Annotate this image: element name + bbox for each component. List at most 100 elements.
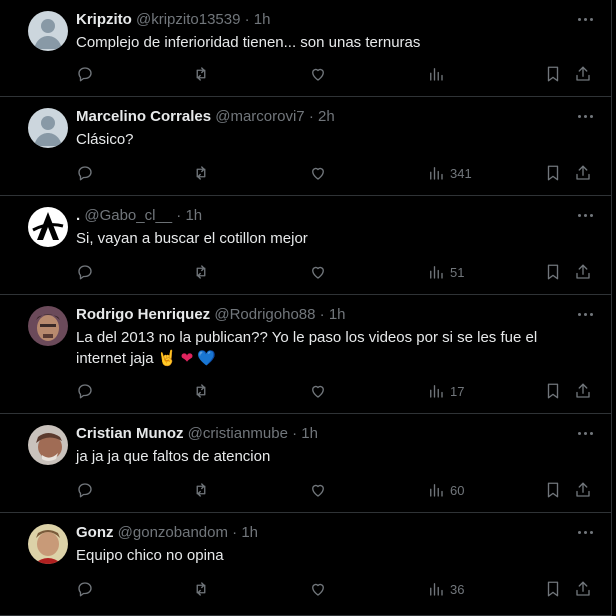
share-button[interactable] [574, 262, 592, 282]
display-name[interactable]: Cristian Munoz [76, 425, 184, 442]
reply-text: La del 2013 no la publican?? Yo le paso … [76, 327, 556, 369]
retweet-icon [196, 67, 206, 81]
reply-button[interactable] [76, 64, 94, 84]
bookmark-icon [547, 482, 559, 498]
bookmark-button[interactable] [544, 163, 562, 183]
reply-header: Marcelino Corrales @marcorovi7 · 2h [76, 108, 335, 126]
avatar[interactable] [28, 425, 68, 465]
views-button[interactable] [427, 64, 450, 84]
reply-header: Cristian Munoz @cristianmube · 1h [76, 425, 318, 443]
reply-text-body: La del 2013 no la publican?? Yo le paso … [76, 329, 538, 367]
user-handle[interactable]: @gonzobandom [118, 524, 228, 541]
reply-button[interactable] [76, 480, 94, 500]
retweet-icon [196, 384, 206, 398]
retweet-icon [196, 483, 206, 497]
action-bar: 51 [76, 262, 604, 282]
reply-item[interactable]: Kripzito @kripzito13539 · 1h Complejo de… [0, 0, 612, 97]
bookmark-button[interactable] [544, 262, 562, 282]
timestamp[interactable]: 1h [185, 207, 202, 224]
bookmark-button[interactable] [544, 381, 562, 401]
display-name[interactable]: Marcelino Corrales [76, 108, 211, 125]
like-button[interactable] [309, 480, 327, 500]
like-button[interactable] [309, 163, 327, 183]
more-icon[interactable] [575, 108, 595, 124]
action-bar: 36 [76, 579, 604, 599]
retweet-button[interactable] [192, 480, 210, 500]
avatar[interactable] [28, 108, 68, 148]
timestamp[interactable]: 1h [241, 524, 258, 541]
user-handle[interactable]: @Gabo_cl__ [84, 207, 172, 224]
timestamp[interactable]: 1h [329, 306, 346, 323]
share-icon [576, 581, 590, 596]
bookmark-button[interactable] [544, 579, 562, 599]
timestamp[interactable]: 1h [301, 425, 318, 442]
more-icon[interactable] [575, 425, 595, 441]
share-button[interactable] [574, 579, 592, 599]
like-icon [312, 583, 324, 596]
reply-item[interactable]: Cristian Munoz @cristianmube · 1h ja ja … [0, 414, 612, 513]
like-icon [312, 484, 324, 497]
user-handle[interactable]: @kripzito13539 [136, 11, 240, 28]
reply-button[interactable] [76, 579, 94, 599]
user-handle[interactable]: @marcorovi7 [215, 108, 304, 125]
retweet-button[interactable] [192, 579, 210, 599]
bookmark-button[interactable] [544, 64, 562, 84]
display-name[interactable]: Kripzito [76, 11, 132, 28]
user-handle[interactable]: @Rodrigoho88 [214, 306, 315, 323]
reply-icon [78, 166, 92, 181]
reply-item[interactable]: Marcelino Corrales @marcorovi7 · 2h Clás… [0, 97, 612, 196]
reply-button[interactable] [76, 163, 94, 183]
action-bar [76, 64, 604, 84]
display-name[interactable]: Rodrigo Henriquez [76, 306, 210, 323]
retweet-icon [196, 265, 206, 279]
like-button[interactable] [309, 262, 327, 282]
reply-text: Equipo chico no opina [76, 547, 224, 564]
views-button[interactable]: 36 [427, 579, 464, 599]
separator: · [292, 425, 298, 442]
avatar[interactable] [28, 11, 68, 51]
views-button[interactable]: 60 [427, 480, 464, 500]
more-icon[interactable] [575, 306, 595, 322]
share-button[interactable] [574, 381, 592, 401]
views-button[interactable]: 341 [427, 163, 472, 183]
avatar[interactable] [28, 207, 68, 247]
bookmark-button[interactable] [544, 480, 562, 500]
views-button[interactable]: 17 [427, 381, 464, 401]
user-handle[interactable]: @cristianmube [188, 425, 288, 442]
share-button[interactable] [574, 480, 592, 500]
more-icon[interactable] [575, 524, 595, 540]
timestamp[interactable]: 2h [318, 108, 335, 125]
reply-text: ja ja ja que faltos de atencion [76, 448, 271, 465]
view-count: 36 [450, 581, 465, 597]
reply-item[interactable]: Gonz @gonzobandom · 1h Equipo chico no o… [0, 513, 612, 616]
more-icon[interactable] [575, 11, 595, 27]
share-button[interactable] [574, 64, 592, 84]
avatar[interactable] [28, 306, 68, 346]
retweet-button[interactable] [192, 381, 210, 401]
like-button[interactable] [309, 64, 327, 84]
separator: · [244, 11, 250, 28]
like-button[interactable] [309, 381, 327, 401]
timestamp[interactable]: 1h [254, 11, 271, 28]
like-button[interactable] [309, 579, 327, 599]
display-name[interactable]: Gonz [76, 524, 114, 541]
avatar[interactable] [28, 524, 68, 564]
views-button[interactable]: 51 [427, 262, 464, 282]
retweet-button[interactable] [192, 64, 210, 84]
red-heart-emoji: ❤ [180, 349, 194, 367]
rock-hand-emoji: 🤘 [157, 349, 177, 367]
reply-item[interactable]: . @Gabo_cl__ · 1h Si, vayan a buscar el … [0, 196, 612, 295]
action-bar: 60 [76, 480, 604, 500]
display-name[interactable]: . [76, 207, 80, 224]
share-icon [576, 66, 590, 81]
retweet-button[interactable] [192, 262, 210, 282]
reply-button[interactable] [76, 381, 94, 401]
reply-button[interactable] [76, 262, 94, 282]
retweet-button[interactable] [192, 163, 210, 183]
reply-icon [78, 67, 92, 82]
bookmark-icon [547, 264, 559, 280]
views-icon [430, 385, 443, 398]
more-icon[interactable] [575, 207, 595, 223]
reply-item[interactable]: Rodrigo Henriquez @Rodrigoho88 · 1h La d… [0, 295, 612, 414]
share-button[interactable] [574, 163, 592, 183]
